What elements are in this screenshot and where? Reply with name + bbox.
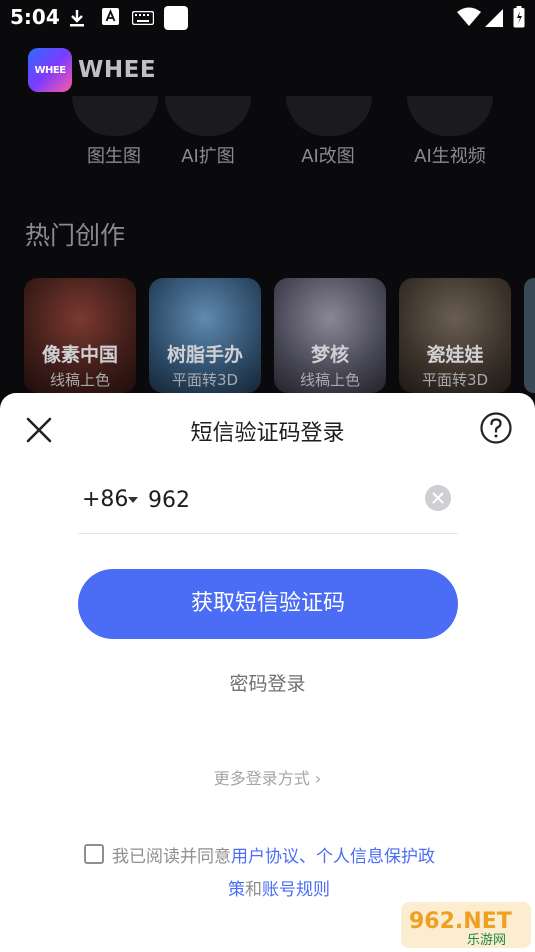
creation-card-resin-figure[interactable]: 树脂手办 平面转3D — [149, 278, 261, 393]
tool-label-ai-expand[interactable]: AI扩图 — [148, 142, 268, 168]
agreement-text-line2: 策和账号规则 — [228, 875, 330, 900]
app-logo: WHEE — [28, 48, 72, 92]
country-code-selector[interactable]: +86 — [82, 487, 128, 512]
clear-input-icon[interactable] — [425, 485, 451, 511]
app-name: WHEE — [78, 57, 157, 83]
agreement-text: 我已阅读并同意用户协议、个人信息保护政 — [112, 842, 435, 867]
keyboard-icon — [132, 11, 154, 25]
card-subtitle: 平面转3D — [171, 371, 239, 389]
watermark-sub: 乐游网 — [467, 933, 506, 948]
privacy-policy-link-cont[interactable]: 策 — [228, 880, 245, 900]
tool-icon-ai-video[interactable] — [407, 96, 493, 136]
password-login-link[interactable]: 密码登录 — [0, 669, 535, 696]
creation-card-porcelain-doll[interactable]: 瓷娃娃 平面转3D — [399, 278, 511, 393]
download-icon — [70, 10, 84, 27]
card-title: 梦核 — [310, 344, 349, 366]
watermark-brand: 962.NET — [409, 909, 512, 934]
sheet-title: 短信验证码登录 — [190, 421, 345, 446]
wifi-icon — [457, 7, 481, 26]
site-watermark-logo: 962.NET 乐游网 — [401, 902, 531, 948]
help-icon[interactable] — [479, 411, 513, 445]
card-title: 树脂手办 — [166, 344, 243, 366]
creation-card-partial[interactable] — [524, 278, 535, 393]
creation-card-dreamcore[interactable]: 梦核 线稿上色 — [274, 278, 386, 393]
signal-icon — [485, 9, 503, 27]
get-sms-code-button[interactable]: 获取短信验证码 — [78, 569, 458, 639]
tool-icon-ai-expand[interactable] — [165, 96, 251, 136]
card-title: 像素中国 — [41, 344, 118, 366]
status-time: 5:04 — [10, 5, 60, 29]
section-title: 热门创作 — [25, 221, 126, 250]
user-agreement-link[interactable]: 用户协议、个人信息保护政 — [231, 847, 435, 867]
white-square-icon — [164, 6, 188, 30]
tool-label-ai-edit[interactable]: AI改图 — [268, 142, 388, 168]
phone-input-row: +86 — [78, 475, 458, 534]
tool-label-ai-video[interactable]: AI生视频 — [390, 142, 510, 168]
battery-icon — [513, 6, 525, 28]
caret-down-icon[interactable] — [128, 497, 138, 503]
tool-icon-ai-edit[interactable] — [286, 96, 372, 136]
card-title: 瓷娃娃 — [426, 344, 484, 366]
creation-card-pixel-china[interactable]: 像素中国 线稿上色 — [24, 278, 136, 393]
account-rules-link[interactable]: 账号规则 — [262, 880, 330, 900]
phone-number-input[interactable] — [148, 483, 408, 517]
card-subtitle: 线稿上色 — [49, 371, 110, 389]
tool-icon-image-to-image[interactable] — [72, 96, 158, 136]
more-login-methods-link[interactable]: 更多登录方式 › — [0, 765, 535, 789]
agreement-prefix: 我已阅读并同意 — [112, 847, 231, 867]
status-bar: 5:04 — [0, 0, 535, 36]
card-subtitle: 线稿上色 — [299, 371, 360, 389]
agreement-conj: 和 — [245, 880, 262, 900]
font-icon — [102, 8, 119, 25]
sms-login-sheet: 短信验证码登录 +86 获取短信验证码 密码登录 更多登录方式 › 我已阅读并同… — [0, 393, 535, 952]
agreement-checkbox[interactable] — [84, 844, 104, 864]
card-subtitle: 平面转3D — [421, 371, 489, 389]
